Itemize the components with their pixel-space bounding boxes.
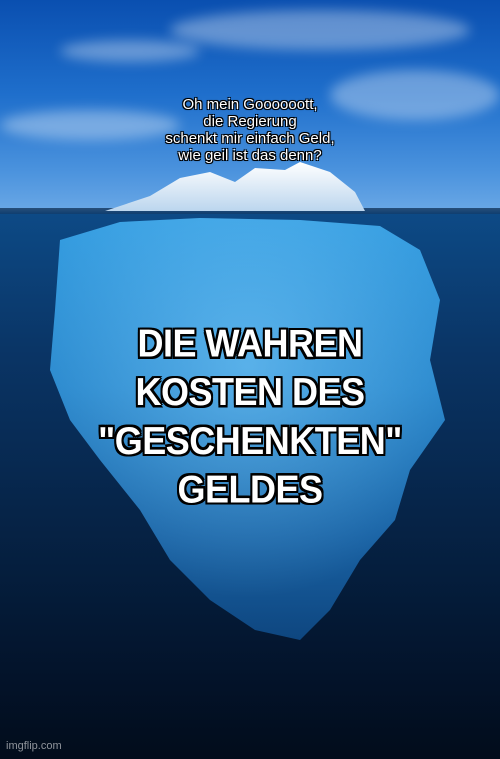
meme-image: Oh mein Goooooott, die Regierung schenkt…	[0, 0, 500, 759]
main-caption: DIE WAHREN KOSTEN DES "GESCHENKTEN" GELD…	[60, 319, 440, 513]
top-caption: Oh mein Goooooott, die Regierung schenkt…	[100, 96, 400, 164]
top-caption-line: schenkt mir einfach Geld,	[165, 130, 335, 147]
imgflip-watermark: imgflip.com	[6, 740, 62, 752]
iceberg-tip	[105, 162, 365, 211]
top-caption-line: die Regierung	[203, 113, 297, 130]
top-caption-line: Oh mein Goooooott,	[182, 96, 318, 113]
main-caption-line: GELDES	[177, 466, 323, 512]
main-caption-line: DIE WAHREN	[137, 320, 363, 366]
main-caption-line: "GESCHENKTEN"	[98, 418, 402, 463]
top-caption-line: wie geil ist das denn?	[178, 147, 322, 164]
main-caption-line: KOSTEN DES	[135, 369, 365, 414]
